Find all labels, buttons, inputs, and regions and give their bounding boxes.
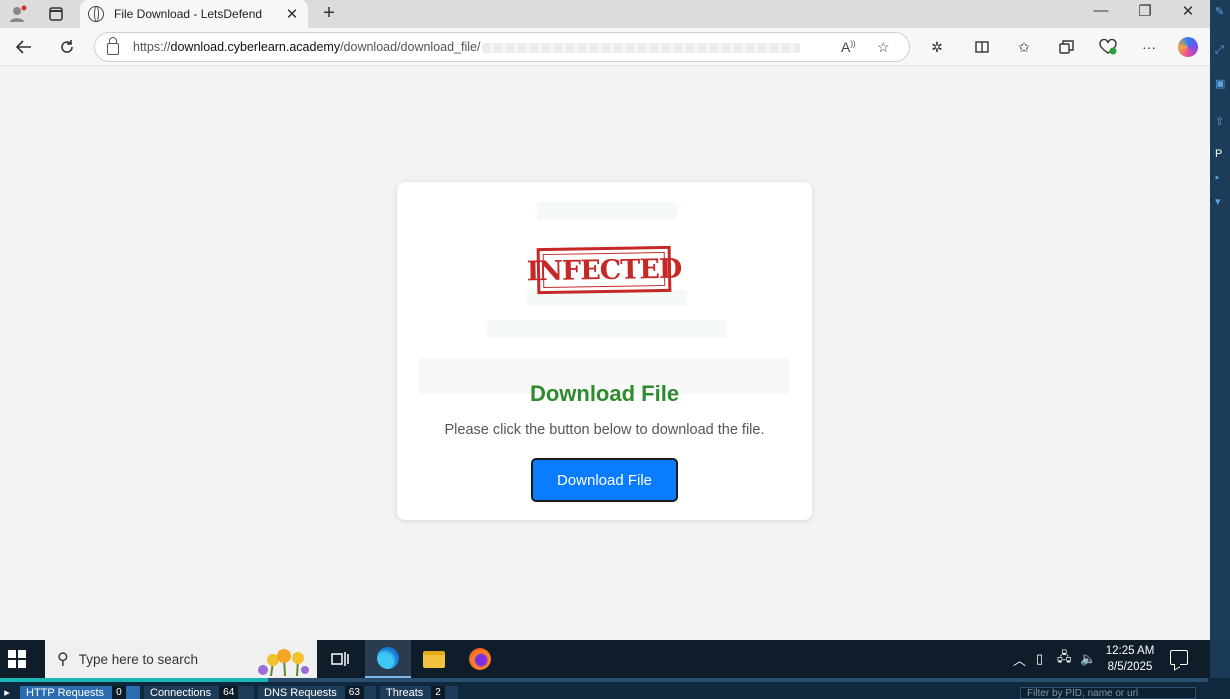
lock-icon[interactable] (107, 37, 119, 55)
progress-bar-filled (0, 678, 268, 682)
infected-stamp: INFECTED (526, 245, 682, 295)
favorite-star-icon[interactable]: ☆ (877, 39, 890, 56)
volume-icon[interactable]: 🔈 (1080, 640, 1096, 678)
upload-icon[interactable]: ⇧ (1215, 116, 1228, 129)
back-arrow-icon[interactable] (12, 35, 36, 59)
tab-file-download[interactable]: File Download - LetsDefend ✕ (80, 0, 308, 28)
tab-actions-icon[interactable] (44, 3, 68, 25)
read-aloud-icon[interactable]: A)) (841, 39, 856, 55)
tab-connections[interactable]: Connections 64 (144, 686, 254, 699)
extensions-icon[interactable]: ✲ (927, 37, 947, 57)
restore-button[interactable]: ❐ (1130, 2, 1160, 20)
address-bar[interactable]: https://download.cyberlearn.academy/down… (94, 32, 910, 62)
window-close-button[interactable]: ✕ (1173, 2, 1203, 20)
filter-input[interactable]: Filter by PID, name or url (1020, 687, 1196, 699)
url-redacted (482, 42, 801, 53)
search-icon: ⚲ (57, 651, 69, 668)
browser-toolbar: https://download.cyberlearn.academy/down… (0, 28, 1210, 66)
tab-strip: File Download - LetsDefend ✕ + — ❐ ✕ (0, 0, 1210, 28)
collapse-arrow-icon[interactable]: ▸ (0, 686, 14, 699)
panel-tool-icon[interactable]: ▣ (1215, 78, 1228, 91)
notification-icon[interactable] (1170, 650, 1188, 665)
expand-icon[interactable]: ⤢ (1215, 44, 1228, 57)
clock-time: 12:25 AM (1105, 645, 1155, 657)
edge-taskbar-icon[interactable] (365, 640, 411, 678)
instruction-text: Please click the button below to downloa… (444, 422, 765, 438)
show-hidden-icons-chevron-icon[interactable]: ︿ (1013, 640, 1026, 678)
tab-close-icon[interactable]: ✕ (284, 5, 300, 23)
more-icon[interactable]: ··· (1139, 37, 1159, 57)
split-screen-icon[interactable] (972, 37, 992, 57)
browser-window: File Download - LetsDefend ✕ + — ❐ ✕ htt… (0, 0, 1210, 640)
tab-threats[interactable]: Threats 2 (380, 686, 458, 699)
browser-essentials-icon[interactable] (1098, 37, 1118, 57)
file-explorer-icon[interactable] (411, 640, 457, 678)
system-clock[interactable]: 12:25 AM 8/5/2025 (1100, 643, 1160, 675)
network-icon[interactable]: 🖧 (1057, 640, 1072, 678)
flowers-icon (258, 649, 309, 676)
url-text: https://download.cyberlearn.academy/down… (133, 40, 801, 54)
page-title: Download File (529, 381, 680, 406)
favorites-icon[interactable]: ✩ (1014, 37, 1034, 57)
progress-bar-track (268, 678, 1208, 682)
minimize-button[interactable]: — (1086, 2, 1116, 19)
collections-icon[interactable] (1056, 37, 1076, 57)
monitor-strip: ▸ HTTP Requests 0 Connections 64 DNS Reque… (0, 678, 1230, 699)
copilot-icon[interactable] (1178, 37, 1198, 57)
panel-tool-icon[interactable]: ▪ (1215, 172, 1228, 185)
page-content: INFECTED Download File Please click the … (0, 67, 1210, 640)
refresh-icon[interactable] (55, 35, 79, 59)
profile-icon[interactable] (6, 3, 30, 25)
panel-label: P (1215, 148, 1223, 160)
taskbar-search-input[interactable]: ⚲ Type here to search (45, 640, 317, 678)
taskbar: ⚲ Type here to search ︿ ▯ 🖧 🔈 12:25 AM 8… (0, 640, 1210, 678)
download-file-button[interactable]: Download File (531, 458, 678, 502)
tab-http-requests[interactable]: HTTP Requests 0 (20, 686, 140, 699)
chevron-down-icon[interactable]: ▾ (1215, 196, 1228, 209)
tab-dns-requests[interactable]: DNS Requests 63 (258, 686, 376, 699)
clock-date: 8/5/2025 (1107, 661, 1153, 673)
faded-artifact (537, 202, 677, 220)
download-card: INFECTED Download File Please click the … (397, 182, 812, 520)
side-panel-edge: ✎ ⤢ ▣ ⇧ P ▪ ▾ (1210, 0, 1230, 640)
tab-title: File Download - LetsDefend (114, 7, 263, 21)
search-placeholder: Type here to search (78, 651, 199, 667)
windows-start-icon[interactable] (8, 650, 26, 668)
globe-icon (88, 6, 104, 22)
tray-app-icon[interactable]: ▯ (1036, 640, 1043, 678)
faded-artifact (487, 320, 727, 338)
firefox-icon[interactable] (457, 640, 503, 678)
edit-icon[interactable]: ✎ (1215, 6, 1228, 19)
new-tab-button[interactable]: + (318, 2, 340, 25)
task-view-icon[interactable] (317, 640, 363, 678)
